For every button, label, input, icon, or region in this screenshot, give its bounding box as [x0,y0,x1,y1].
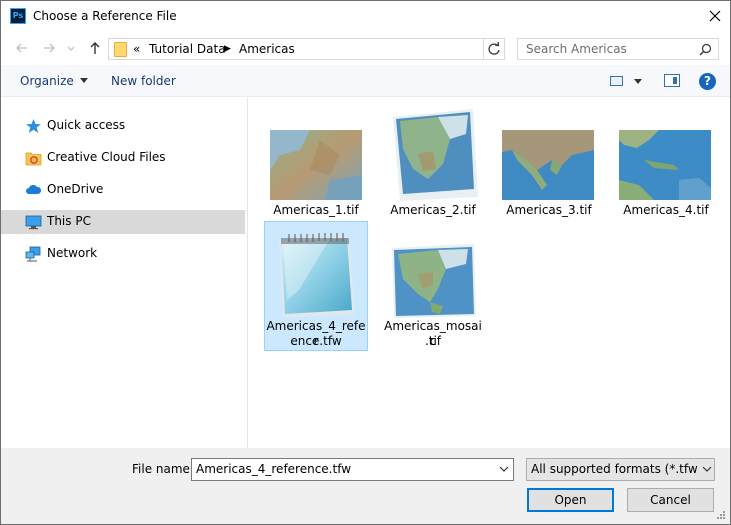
sidebar-item-this-pc[interactable]: This PC [1,210,245,234]
sidebar-item-label: Network [47,246,98,260]
file-tile-americas-2[interactable]: Americas_2.tif [381,106,485,236]
sidebar-item-network[interactable]: Network [1,242,245,266]
search-input[interactable]: Search Americas [526,42,627,56]
change-view-icon[interactable] [610,76,623,86]
map-thumbnail-image [388,109,478,201]
file-type-dropdown[interactable] [700,459,714,480]
arrow-right-icon [44,43,55,53]
chevron-down-icon[interactable] [499,466,509,473]
file-tile-americas-4-reference[interactable]: Americas_4_refer ence.tfw [264,221,368,351]
map-thumbnail-image [502,130,594,200]
file-tile-americas-4[interactable]: Americas_4.tif [614,106,718,236]
forward-button[interactable] [40,39,58,57]
file-name-value: Americas_4_reference.tfw [196,462,352,476]
network-icon [25,246,41,262]
file-name-line-2: .tif [424,334,442,348]
sidebar-item-quick-access[interactable]: Quick access [1,114,245,138]
file-list: Americas_1.tif Americas_2.tif Americas_3… [249,98,730,448]
search-box[interactable]: Search Americas [517,38,719,60]
file-name-line-2: ence.tfw [290,334,342,348]
sidebar-item-onedrive[interactable]: OneDrive [1,178,245,202]
organize-label: Organize [20,74,74,88]
breadcrumb-americas[interactable]: Americas [239,42,295,56]
file-name: Americas_3.tif [506,203,592,217]
preview-pane-icon[interactable] [664,74,680,87]
title-bar: Ps Choose a Reference File [1,1,730,32]
map-thumbnail-image [619,130,711,200]
address-bar[interactable]: « Tutorial Data ▶ Americas [108,38,505,60]
window-title: Choose a Reference File [33,9,177,23]
recent-locations-button[interactable] [65,39,77,57]
sidebar-item-label: Quick access [47,118,126,132]
file-type-value: All supported formats (*.tfw *.ti [531,462,715,476]
star-icon [26,119,41,133]
computer-icon [25,215,42,230]
cancel-button[interactable]: Cancel [627,488,714,512]
new-folder-label: New folder [111,74,176,88]
search-icon [699,43,712,56]
navigation-pane: Quick access Creative Cloud Files OneDri… [1,98,248,448]
close-icon [709,10,721,22]
help-button[interactable]: ? [699,73,716,90]
folder-icon [114,42,127,57]
view-options-chevron-icon[interactable] [634,79,642,84]
chevron-down-icon [702,466,712,472]
arrow-up-icon [90,42,100,54]
file-tile-americas-mosaic[interactable]: Americas_mosaic .tif [381,221,485,351]
notepad-document-icon [269,230,363,320]
creative-cloud-folder-icon [25,152,42,166]
refresh-button[interactable] [483,39,504,59]
file-name-label: File name: [132,462,194,476]
map-thumbnail-image [270,130,362,200]
file-name: Americas_4.tif [623,203,709,217]
chevron-down-icon [67,46,75,51]
sidebar-item-label: OneDrive [47,182,104,196]
file-tile-americas-3[interactable]: Americas_3.tif [497,106,601,236]
back-button[interactable] [13,39,31,57]
up-button[interactable] [86,39,104,57]
file-name: Americas_2.tif [390,203,476,217]
file-name-field[interactable]: Americas_4_reference.tfw [191,458,514,481]
command-bar: Organize New folder ? [1,65,730,97]
close-button[interactable] [700,1,730,32]
new-folder-button[interactable]: New folder [111,74,176,88]
cloud-icon [26,184,42,194]
file-type-select[interactable]: All supported formats (*.tfw *.ti [526,458,715,481]
resize-grip-icon[interactable] [716,510,726,520]
sidebar-item-creative-cloud-files[interactable]: Creative Cloud Files [1,146,245,170]
breadcrumb-tutorial-data[interactable]: Tutorial Data [149,42,226,56]
photoshop-app-icon: Ps [10,8,26,24]
breadcrumb-overflow[interactable]: « [133,42,140,56]
map-thumbnail-image [388,244,478,318]
refresh-icon [488,41,500,55]
open-button[interactable]: Open [527,488,614,512]
sidebar-item-label: This PC [47,214,91,228]
breadcrumb-separator-icon: ▶ [224,44,231,54]
chevron-down-icon [79,78,88,83]
arrow-left-icon [16,43,27,53]
file-tile-americas-1[interactable]: Americas_1.tif [264,106,368,236]
sidebar-item-label: Creative Cloud Files [47,150,166,164]
organize-button[interactable]: Organize [20,74,88,88]
file-name: Americas_1.tif [273,203,359,217]
file-dialog: Ps Choose a Reference File « Tutorial Da… [0,0,731,525]
dialog-footer: File name: Americas_4_reference.tfw All … [1,448,730,524]
